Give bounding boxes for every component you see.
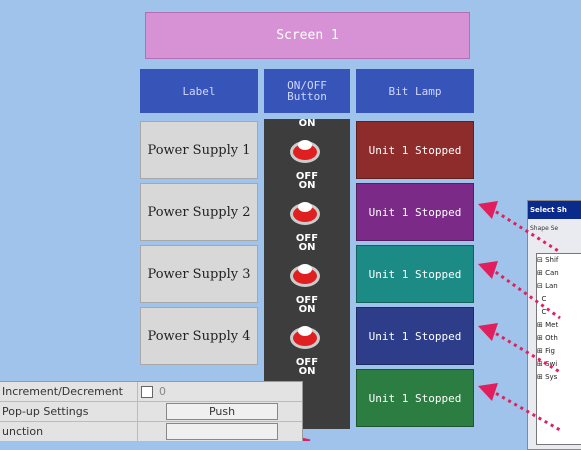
properties-panel: Increment/Decrement 0 Pop-up Settings Pu… xyxy=(0,381,303,442)
arrow-head-icon xyxy=(478,383,498,401)
property-key: Increment/Decrement xyxy=(0,382,138,401)
property-value[interactable]: 0 xyxy=(159,385,166,398)
property-row: unction xyxy=(0,422,302,442)
arrow-head-icon xyxy=(478,201,498,219)
push-button[interactable]: Push xyxy=(166,403,278,420)
arrow-head-icon xyxy=(478,261,498,279)
arrow-head-icon xyxy=(478,323,498,341)
increment-checkbox[interactable] xyxy=(141,385,153,398)
property-row: Increment/Decrement 0 xyxy=(0,382,302,402)
property-key: Pop-up Settings xyxy=(0,402,138,421)
property-key: unction xyxy=(0,422,138,441)
pointer-arrows xyxy=(149,201,561,441)
function-button[interactable] xyxy=(166,423,278,440)
property-row: Pop-up Settings Push xyxy=(0,402,302,422)
